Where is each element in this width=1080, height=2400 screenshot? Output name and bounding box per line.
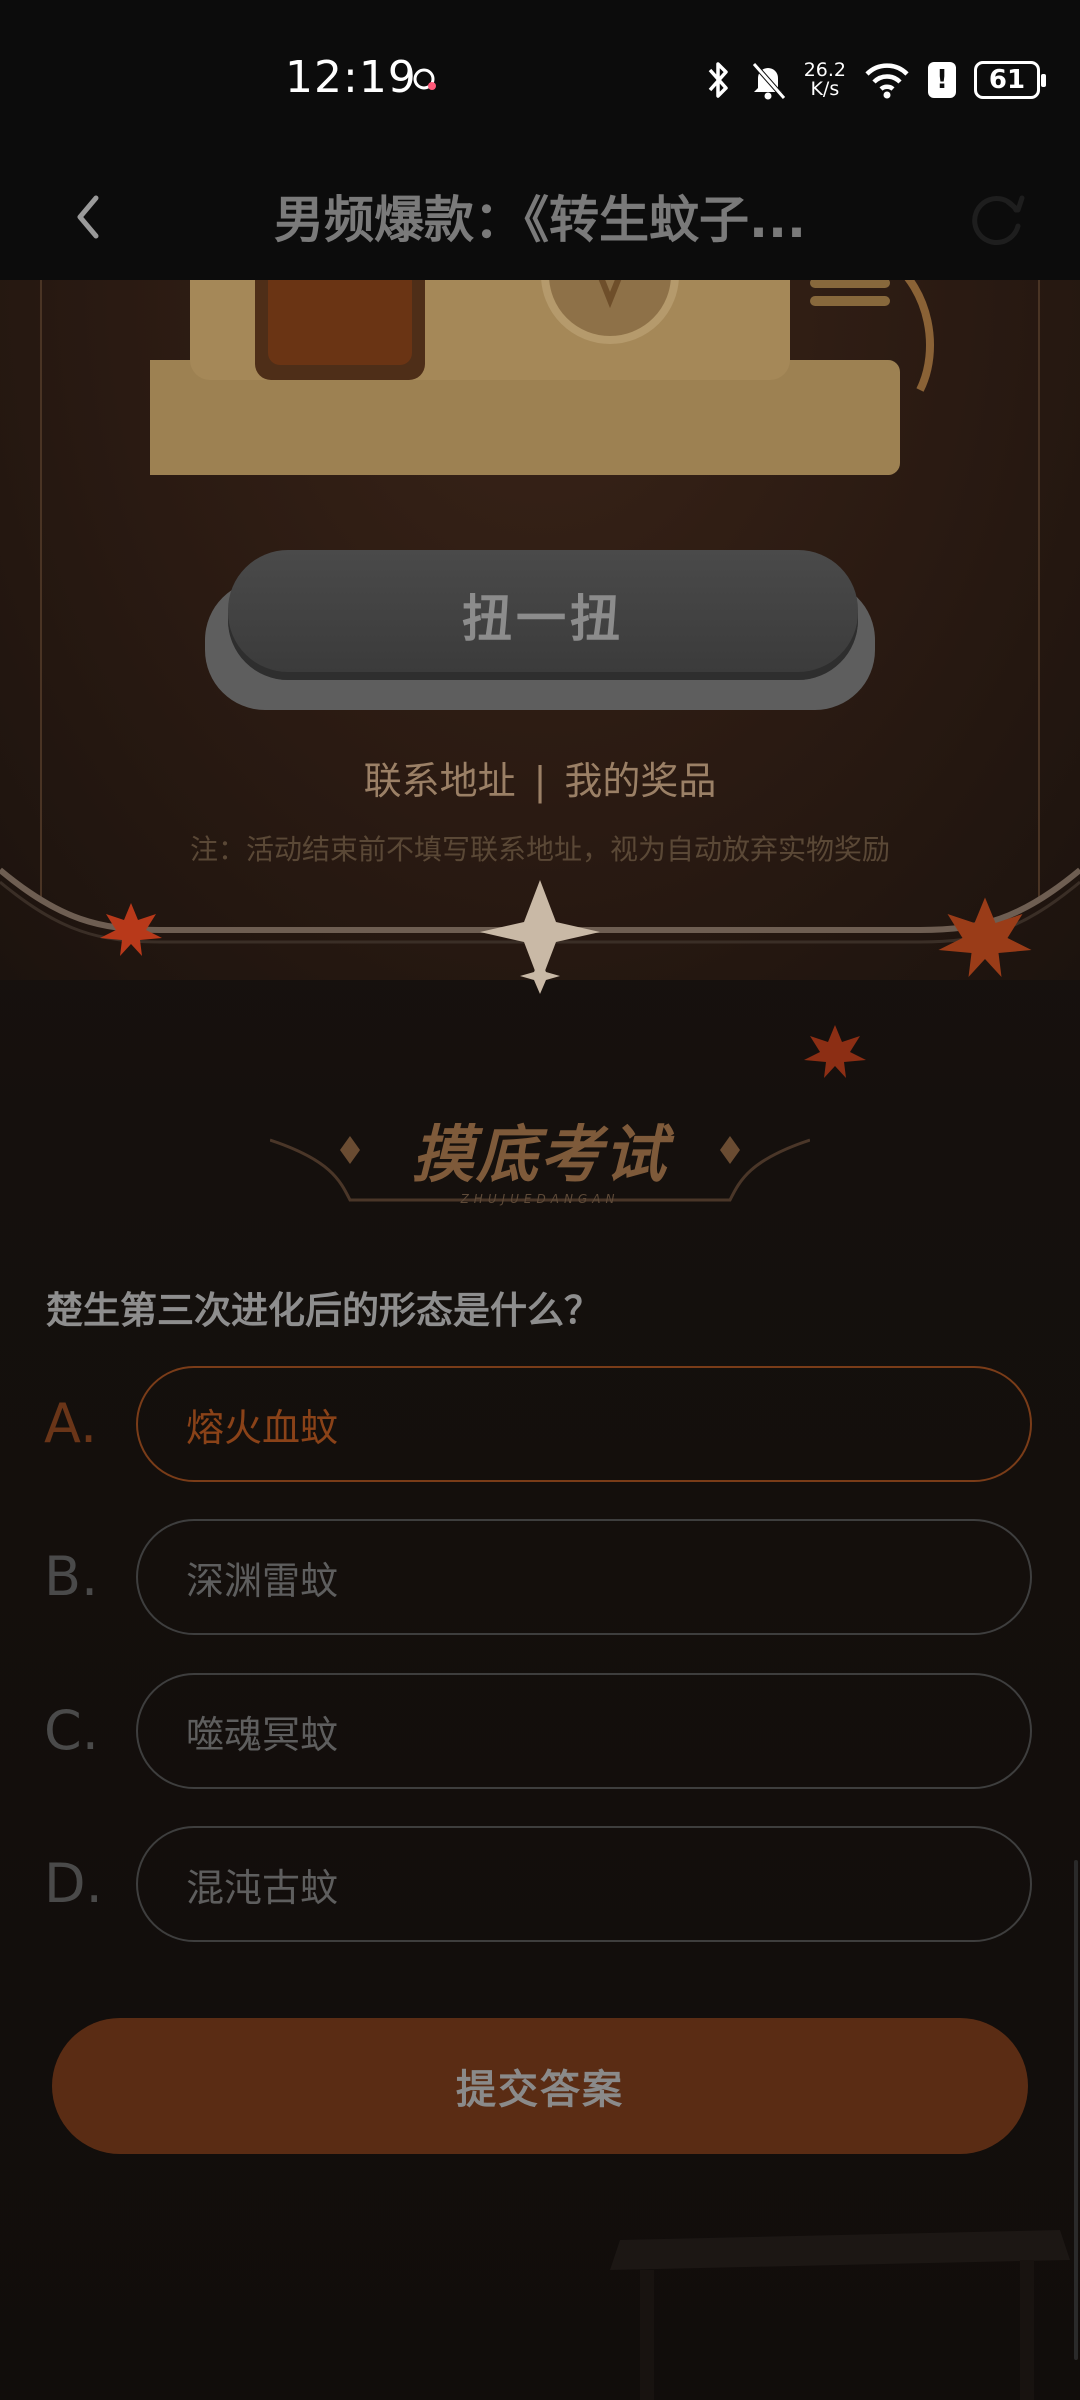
page-title: 男频爆款：《转生蚊子... (274, 191, 806, 249)
submit-answer-button[interactable]: 提交答案 (52, 2018, 1028, 2154)
option-text: 深渊雷蚊 (186, 1558, 339, 1603)
exam-title: 摸底考试 (411, 1118, 668, 1191)
option-pill[interactable]: 噬魂冥蚊 (136, 1673, 1032, 1789)
lottery-links: 联系地址 | 我的奖品 (0, 750, 1080, 805)
exam-title-banner: 摸底考试 ZHUJUEDANGAN (270, 1100, 810, 1230)
app-notification-icon (413, 68, 436, 90)
desk-background-image (610, 2230, 1070, 2400)
panel-frame-right (1038, 280, 1080, 900)
network-speed-unit: K/s (810, 78, 840, 100)
option-letter: D. (44, 1852, 103, 1915)
option-letter: A. (44, 1392, 98, 1455)
maple-leaf-icon (804, 1025, 866, 1078)
battery-level: 61 (988, 65, 1026, 95)
option-c[interactable]: C. 噬魂冥蚊 (0, 1673, 1080, 1793)
alert-icon: ! (928, 62, 956, 98)
maple-leaf-icon (938, 897, 1032, 977)
status-bar: 12:19 26.2 K/s ! 61 (0, 0, 1080, 160)
panel-frame-left (0, 280, 42, 900)
option-pill[interactable]: 深渊雷蚊 (136, 1519, 1032, 1635)
chevron-left-icon[interactable] (56, 182, 126, 252)
refresh-icon[interactable] (964, 188, 1030, 254)
wifi-icon (865, 63, 909, 99)
option-text: 熔火血蚊 (186, 1405, 339, 1450)
nav-bar: 男频爆款：《转生蚊子... (0, 160, 1080, 280)
option-text: 噬魂冥蚊 (186, 1712, 339, 1757)
bluetooth-icon (708, 62, 728, 98)
question-text: 楚生第三次进化后的形态是什么？ (46, 1289, 601, 1332)
capsule-machine-image (150, 280, 934, 475)
network-speed: 26.2 K/s (804, 61, 846, 99)
option-d[interactable]: D. 混沌古蚊 (0, 1826, 1080, 1946)
status-icons: 26.2 K/s ! 61 (706, 56, 1046, 104)
option-letter: C. (44, 1699, 99, 1762)
option-pill[interactable]: 熔火血蚊 (136, 1366, 1032, 1482)
battery-icon: 61 (974, 61, 1046, 99)
option-b[interactable]: B. 深渊雷蚊 (0, 1519, 1080, 1639)
option-pill[interactable]: 混沌古蚊 (136, 1826, 1032, 1942)
page-content[interactable]: 扭一扭 联系地址 | 我的奖品 注：活动结束前不填写联系地址，视为自动放弃实物奖励 … (0, 280, 1080, 2400)
option-letter: B. (44, 1545, 99, 1608)
exam-subtitle: ZHUJUEDANGAN (460, 1192, 620, 1206)
maple-leaf-icon (100, 903, 162, 956)
contact-address-link[interactable]: 联系地址 (364, 759, 516, 803)
spin-button[interactable]: 扭一扭 (228, 550, 858, 680)
status-time: 12:19 (285, 52, 417, 103)
my-prizes-link[interactable]: 我的奖品 (564, 759, 716, 803)
link-separator: | (533, 759, 547, 803)
option-text: 混沌古蚊 (186, 1865, 339, 1910)
option-a[interactable]: A. 熔火血蚊 (0, 1366, 1080, 1486)
scrollbar[interactable] (1074, 1860, 1078, 2360)
mute-bell-icon (751, 62, 786, 100)
